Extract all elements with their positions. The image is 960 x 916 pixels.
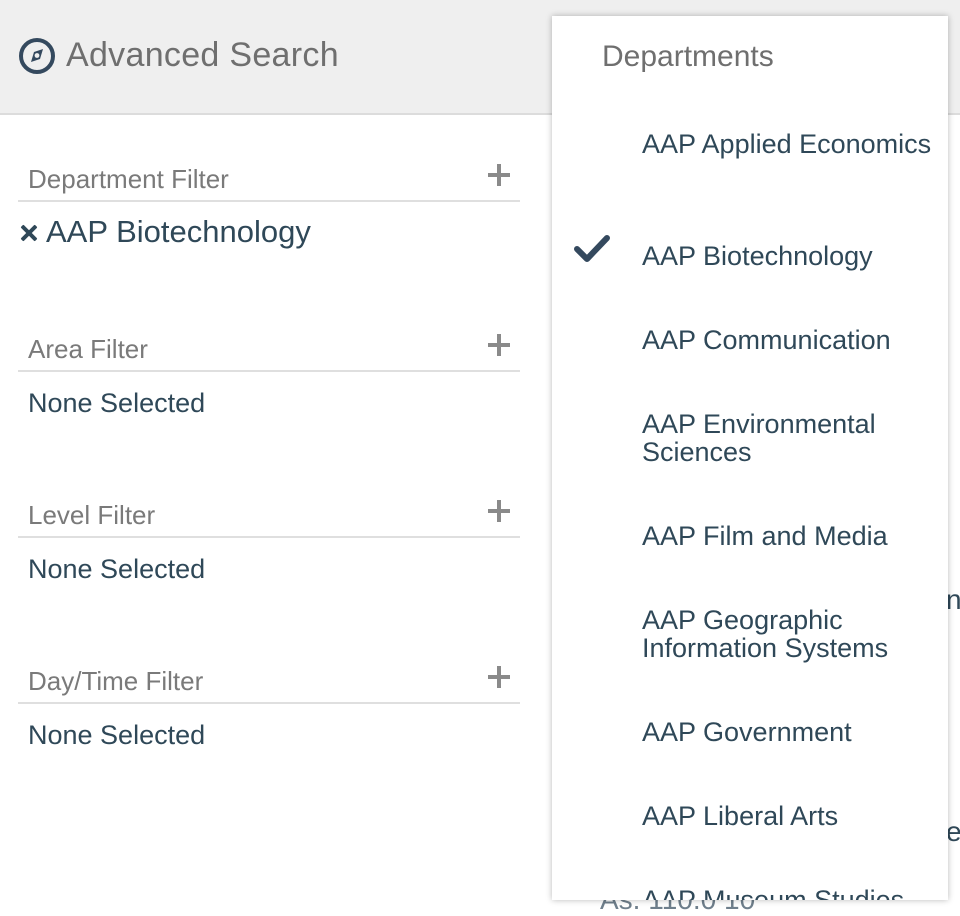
dropdown-item-label: AAP Applied Economics bbox=[642, 129, 932, 159]
area-filter: Area Filter None Selected bbox=[18, 330, 520, 422]
dropdown-item-label: AAP Museum Studies bbox=[642, 885, 905, 900]
level-filter-label: Level Filter bbox=[28, 500, 156, 530]
dropdown-item-label: AAP Environmental Sciences bbox=[642, 409, 876, 467]
dropdown-item-geographic-information-systems[interactable]: AAP Geographic Information Systems bbox=[552, 606, 948, 666]
level-filter: Level Filter None Selected bbox=[18, 496, 520, 588]
advanced-search-app: Advanced Search Department Filter AAP Bi… bbox=[0, 0, 960, 916]
department-selected-value: AAP Biotechnology bbox=[18, 214, 520, 262]
level-filter-value-text: None Selected bbox=[28, 554, 206, 584]
dropdown-item-label: AAP Biotechnology bbox=[642, 241, 873, 271]
dropdown-item-film-and-media[interactable]: AAP Film and Media bbox=[552, 522, 948, 562]
dropdown-item-government[interactable]: AAP Government bbox=[552, 718, 948, 758]
dropdown-item-label: AAP Communication bbox=[642, 325, 891, 355]
background-text-fragment: nt bbox=[946, 584, 960, 615]
day-time-filter-label: Day/Time Filter bbox=[28, 666, 204, 696]
dropdown-item-label: AAP Geographic Information Systems bbox=[642, 605, 889, 663]
area-filter-label: Area Filter bbox=[28, 334, 148, 364]
day-time-filter-value-text: None Selected bbox=[28, 720, 206, 750]
add-level-plus-icon[interactable] bbox=[486, 498, 512, 524]
departments-dropdown[interactable]: Departments AAP Applied Economics AAP Bi… bbox=[552, 16, 948, 900]
dropdown-item-liberal-arts[interactable]: AAP Liberal Arts bbox=[552, 802, 948, 842]
day-time-filter-value: None Selected bbox=[18, 720, 520, 754]
dropdown-item-label: AAP Liberal Arts bbox=[642, 801, 839, 831]
dropdown-item-applied-economics[interactable]: AAP Applied Economics bbox=[552, 130, 948, 190]
remove-x-icon[interactable] bbox=[20, 224, 38, 242]
department-filter: Department Filter AAP Biotechnology bbox=[18, 160, 520, 262]
dropdown-title: Departments bbox=[602, 40, 774, 73]
checkmark-icon bbox=[574, 235, 610, 262]
page-title: Advanced Search bbox=[66, 36, 339, 74]
department-filter-label: Department Filter bbox=[28, 164, 229, 194]
filter-header: Department Filter bbox=[18, 160, 520, 202]
dropdown-item-museum-studies[interactable]: AAP Museum Studies bbox=[552, 886, 948, 900]
area-filter-value-text: None Selected bbox=[28, 388, 206, 418]
background-text-fragment: ec bbox=[946, 816, 960, 847]
level-filter-value: None Selected bbox=[18, 554, 520, 588]
dropdown-item-label: AAP Film and Media bbox=[642, 521, 888, 551]
filter-header: Area Filter bbox=[18, 330, 520, 372]
filter-header: Level Filter bbox=[18, 496, 520, 538]
selected-department-label: AAP Biotechnology bbox=[46, 214, 311, 249]
dropdown-item-environmental-sciences[interactable]: AAP Environmental Sciences bbox=[552, 410, 948, 470]
dropdown-item-biotechnology[interactable]: AAP Biotechnology bbox=[552, 235, 948, 282]
filter-header: Day/Time Filter bbox=[18, 662, 520, 704]
add-department-plus-icon[interactable] bbox=[486, 162, 512, 188]
compass-icon bbox=[19, 38, 55, 74]
add-area-plus-icon[interactable] bbox=[486, 332, 512, 358]
dropdown-item-label: AAP Government bbox=[642, 717, 852, 747]
area-filter-value: None Selected bbox=[18, 388, 520, 422]
add-day-time-plus-icon[interactable] bbox=[486, 664, 512, 690]
day-time-filter: Day/Time Filter None Selected bbox=[18, 662, 520, 754]
dropdown-item-communication[interactable]: AAP Communication bbox=[552, 326, 948, 366]
